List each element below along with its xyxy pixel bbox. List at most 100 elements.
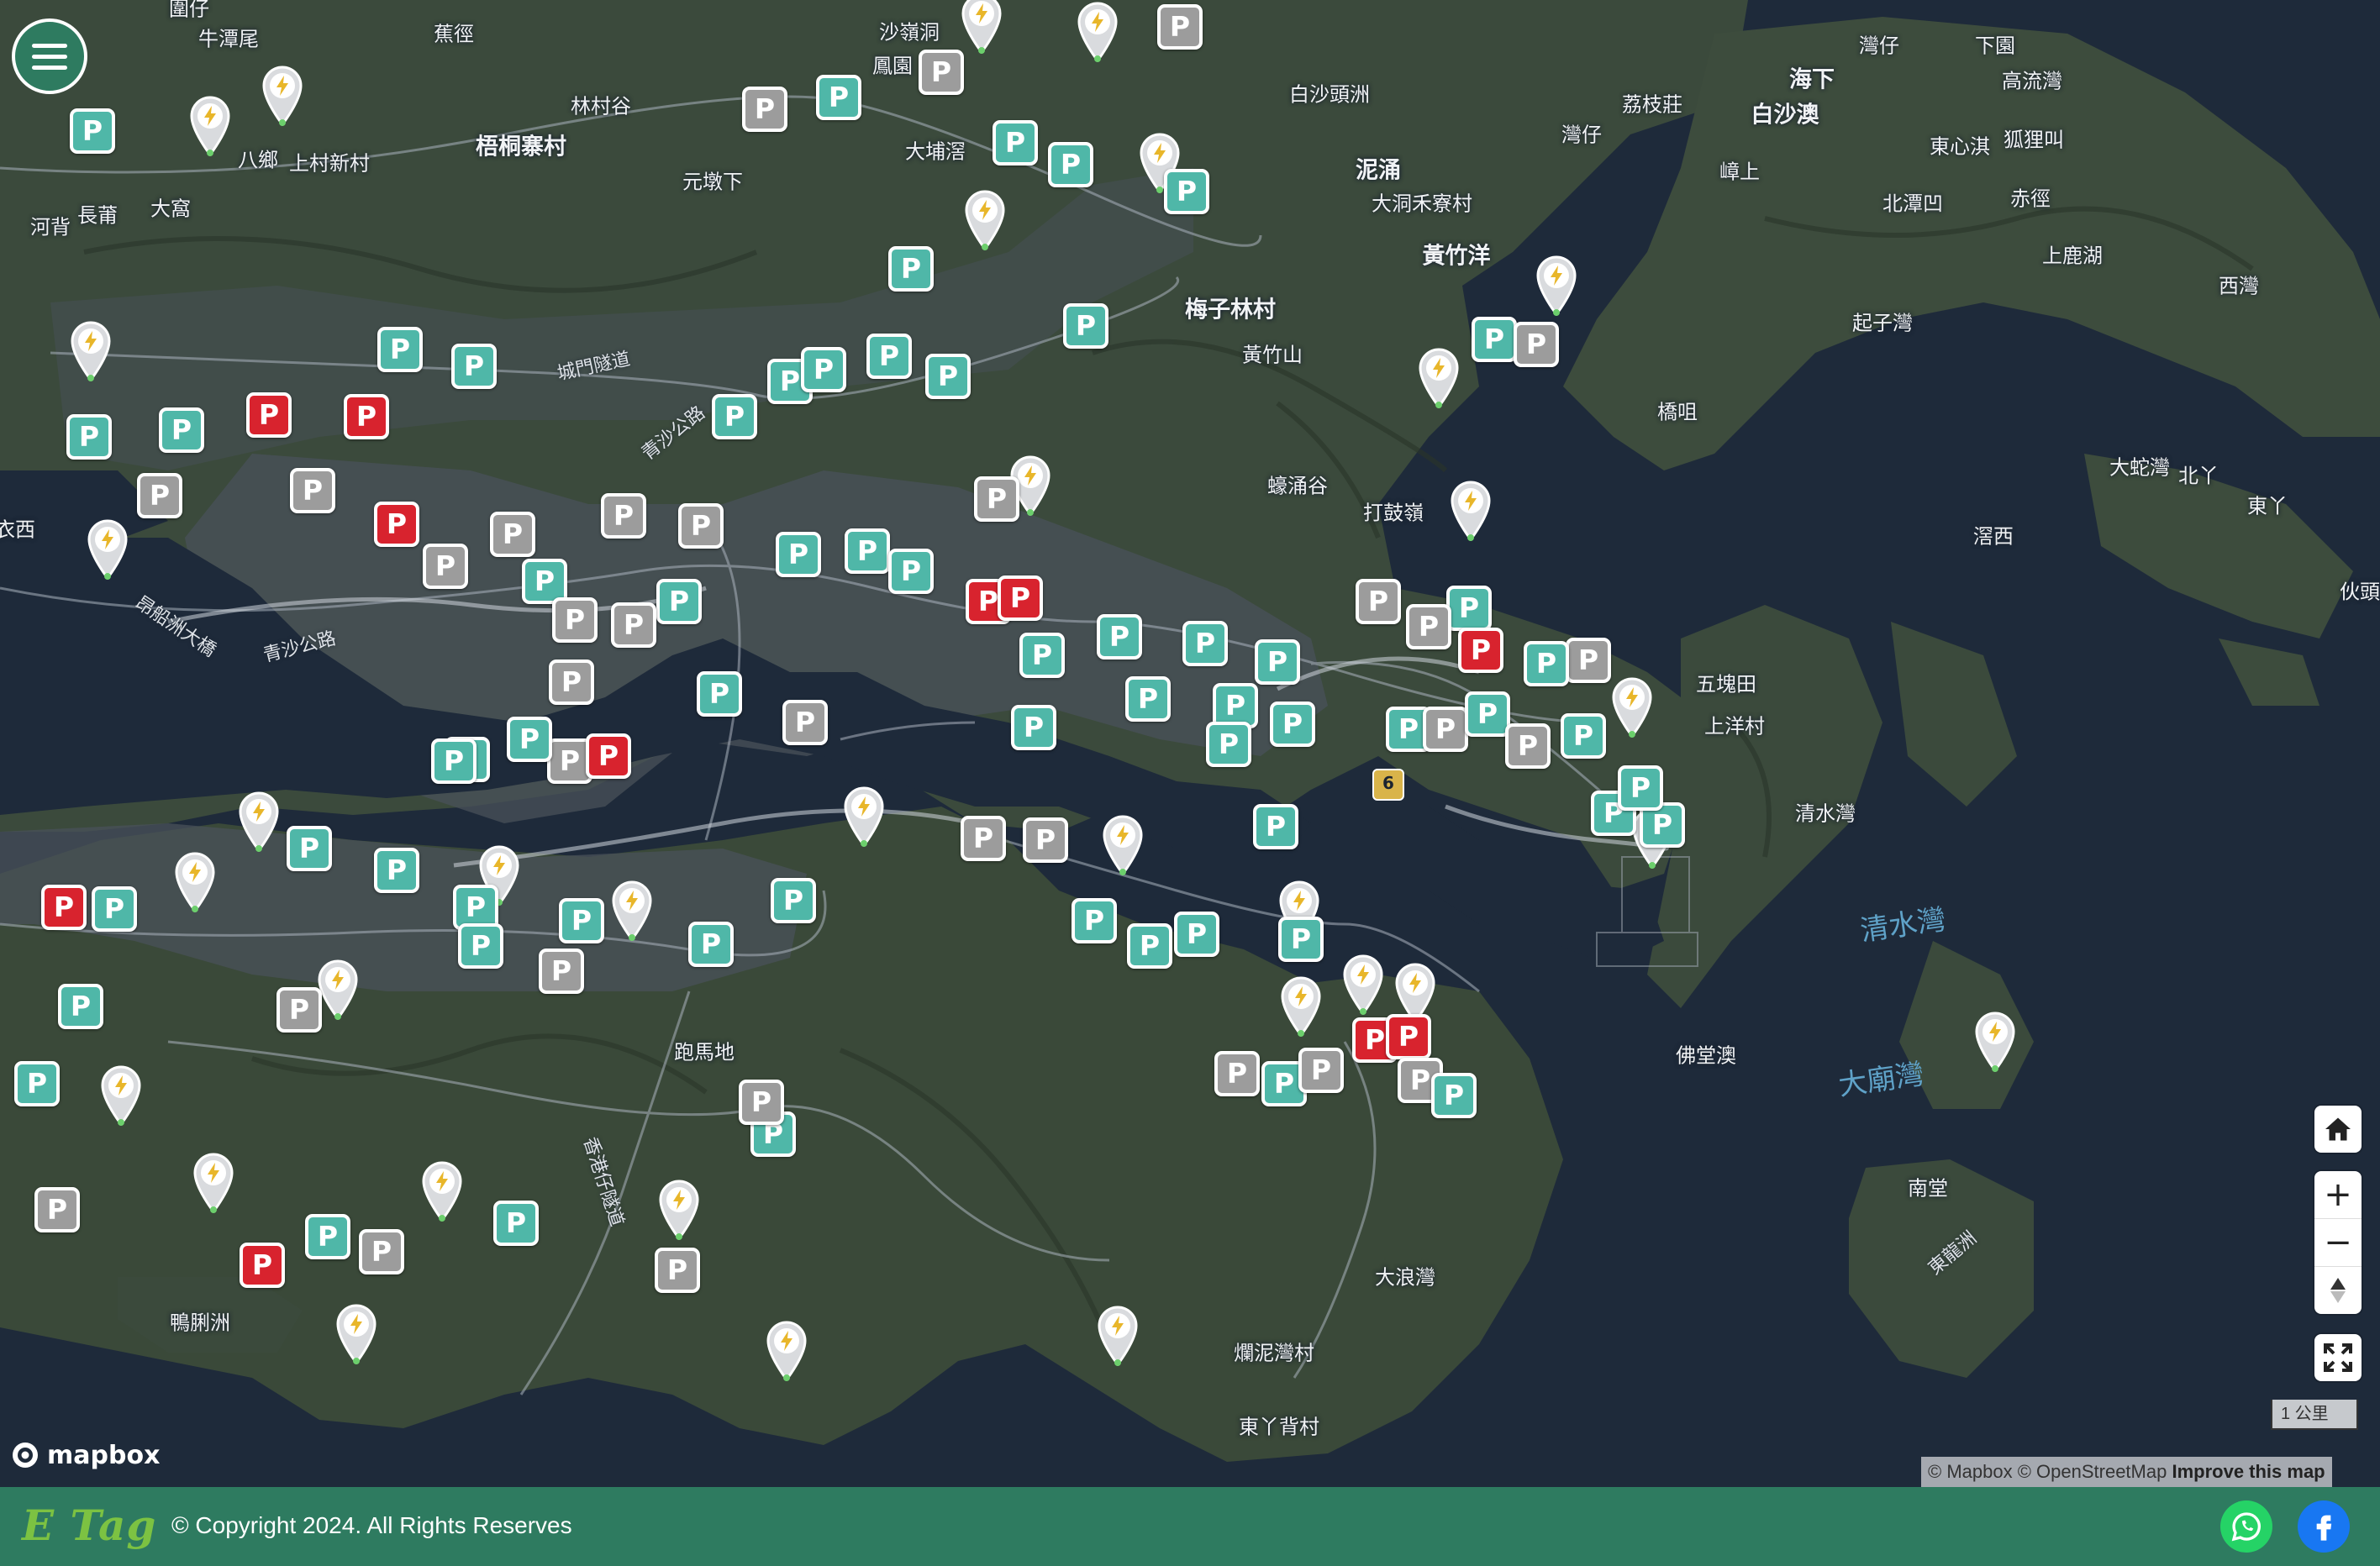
parking-marker-teal[interactable]: P	[1253, 804, 1298, 849]
parking-marker-grey[interactable]: P	[974, 476, 1019, 522]
parking-marker-teal[interactable]: P	[159, 407, 204, 453]
parking-marker-red[interactable]: P	[374, 502, 419, 547]
ev-charger-pin[interactable]	[334, 1302, 378, 1365]
parking-marker-grey[interactable]: P	[137, 473, 182, 518]
parking-marker-grey[interactable]: P	[1406, 604, 1451, 649]
parking-marker-teal[interactable]: P	[1524, 641, 1569, 686]
parking-marker-teal[interactable]: P	[712, 394, 757, 439]
ev-charger-pin[interactable]	[960, 0, 1003, 55]
home-button[interactable]	[2314, 1106, 2362, 1153]
parking-marker-teal[interactable]: P	[287, 826, 332, 871]
parking-marker-teal[interactable]: P	[925, 354, 971, 399]
parking-marker-grey[interactable]: P	[1505, 723, 1551, 769]
parking-marker-grey[interactable]: P	[782, 700, 828, 745]
parking-marker-teal[interactable]: P	[374, 848, 419, 893]
zoom-in-button[interactable]: +	[2314, 1171, 2362, 1219]
parking-marker-red[interactable]: P	[344, 394, 389, 439]
parking-marker-teal[interactable]: P	[771, 878, 816, 923]
parking-marker-teal[interactable]: P	[688, 922, 734, 967]
parking-marker-red[interactable]: P	[998, 575, 1043, 621]
parking-marker-teal[interactable]: P	[1472, 317, 1517, 362]
zoom-out-button[interactable]: −	[2314, 1219, 2362, 1267]
parking-marker-grey[interactable]: P	[1514, 322, 1559, 367]
parking-marker-teal[interactable]: P	[70, 108, 115, 154]
parking-marker-grey[interactable]: P	[1356, 579, 1401, 624]
parking-marker-teal[interactable]: P	[993, 120, 1038, 166]
ev-charger-pin[interactable]	[1417, 346, 1461, 409]
parking-marker-grey[interactable]: P	[678, 503, 724, 549]
parking-marker-teal[interactable]: P	[66, 414, 112, 460]
facebook-button[interactable]	[2298, 1500, 2350, 1553]
parking-marker-grey[interactable]: P	[655, 1248, 700, 1293]
parking-marker-teal[interactable]: P	[1019, 633, 1065, 678]
parking-marker-grey[interactable]: P	[490, 512, 535, 557]
mapbox-logo[interactable]: mapbox	[10, 1440, 160, 1470]
parking-marker-teal[interactable]: P	[776, 532, 821, 577]
parking-marker-teal[interactable]: P	[697, 671, 742, 717]
parking-marker-teal[interactable]: P	[1164, 169, 1209, 214]
parking-marker-teal[interactable]: P	[1048, 142, 1093, 187]
ev-charger-pin[interactable]	[237, 790, 281, 853]
parking-marker-grey[interactable]: P	[601, 493, 646, 539]
parking-marker-teal[interactable]: P	[656, 579, 702, 624]
menu-button[interactable]	[12, 18, 87, 94]
parking-marker-red[interactable]: P	[41, 885, 87, 930]
parking-marker-grey[interactable]: P	[611, 602, 656, 648]
parking-marker-teal[interactable]: P	[14, 1061, 60, 1106]
parking-marker-teal[interactable]: P	[1125, 676, 1171, 722]
parking-marker-grey[interactable]: P	[1157, 4, 1203, 50]
parking-marker-grey[interactable]: P	[1298, 1048, 1344, 1093]
parking-marker-grey[interactable]: P	[1214, 1051, 1260, 1096]
ev-charger-pin[interactable]	[1279, 975, 1323, 1038]
ev-charger-pin[interactable]	[842, 785, 886, 848]
ev-charger-pin[interactable]	[69, 319, 113, 382]
attribution-text[interactable]: © Mapbox © OpenStreetMap	[1928, 1461, 2167, 1482]
parking-marker-teal[interactable]: P	[1127, 923, 1172, 969]
ev-charger-pin[interactable]	[192, 1151, 235, 1214]
parking-marker-grey[interactable]: P	[290, 468, 335, 513]
parking-marker-teal[interactable]: P	[431, 738, 477, 784]
parking-marker-grey[interactable]: P	[359, 1229, 404, 1274]
parking-marker-grey[interactable]: P	[1023, 817, 1068, 863]
parking-marker-grey[interactable]: P	[739, 1080, 784, 1125]
parking-marker-grey[interactable]: P	[961, 816, 1006, 861]
parking-marker-teal[interactable]: P	[801, 347, 846, 392]
parking-marker-teal[interactable]: P	[866, 334, 912, 379]
parking-marker-grey[interactable]: P	[1566, 638, 1611, 683]
ev-charger-pin[interactable]	[1449, 479, 1493, 542]
ev-charger-pin[interactable]	[1610, 675, 1654, 738]
parking-marker-grey[interactable]: P	[276, 987, 322, 1033]
ev-charger-pin[interactable]	[657, 1178, 701, 1241]
parking-marker-teal[interactable]: P	[1465, 691, 1510, 737]
parking-marker-grey[interactable]: P	[742, 87, 787, 132]
ev-charger-pin[interactable]	[99, 1064, 143, 1127]
parking-marker-teal[interactable]: P	[559, 898, 604, 943]
ev-charger-pin[interactable]	[765, 1319, 808, 1382]
whatsapp-button[interactable]	[2220, 1500, 2272, 1553]
ev-charger-pin[interactable]	[86, 518, 129, 581]
parking-marker-teal[interactable]: P	[1174, 912, 1219, 957]
parking-marker-red[interactable]: P	[240, 1243, 285, 1288]
parking-marker-red[interactable]: P	[586, 733, 631, 779]
parking-marker-teal[interactable]: P	[1431, 1073, 1477, 1118]
parking-marker-teal[interactable]: P	[1072, 898, 1117, 943]
parking-marker-grey[interactable]: P	[919, 50, 964, 95]
parking-marker-teal[interactable]: P	[1206, 722, 1251, 767]
compass-button[interactable]	[2314, 1267, 2362, 1314]
parking-marker-teal[interactable]: P	[507, 717, 552, 762]
parking-marker-teal[interactable]: P	[1011, 705, 1056, 750]
ev-charger-pin[interactable]	[188, 94, 232, 157]
parking-marker-red[interactable]: P	[1458, 628, 1503, 673]
parking-marker-teal[interactable]: P	[888, 246, 934, 292]
parking-marker-teal[interactable]: P	[1063, 303, 1108, 349]
parking-marker-grey[interactable]: P	[423, 544, 468, 589]
ev-charger-pin[interactable]	[420, 1159, 464, 1222]
ev-charger-pin[interactable]	[1535, 254, 1578, 317]
ev-charger-pin[interactable]	[1101, 813, 1145, 876]
ev-charger-pin[interactable]	[1076, 0, 1119, 63]
ev-charger-pin[interactable]	[316, 958, 360, 1021]
parking-marker-teal[interactable]: P	[1618, 765, 1663, 811]
parking-marker-teal[interactable]: P	[888, 549, 934, 594]
parking-marker-teal[interactable]: P	[1561, 713, 1606, 759]
parking-marker-teal[interactable]: P	[493, 1201, 539, 1246]
